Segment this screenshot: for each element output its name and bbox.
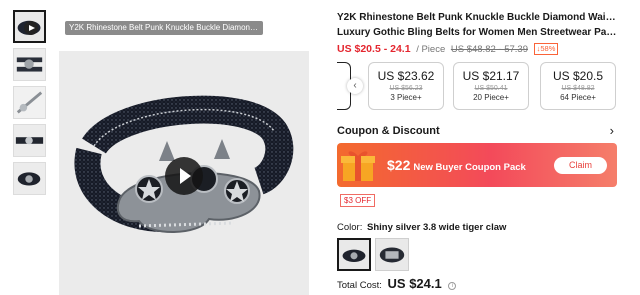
discount-tag[interactable]: $3 OFF	[340, 194, 376, 207]
variant-swatch[interactable]	[337, 238, 371, 271]
coupon-heading: Coupon & Discount	[337, 125, 440, 137]
chevron-left-icon[interactable]: ‹	[347, 78, 363, 94]
variant-value: Shiny silver 3.8 wide tiger claw	[366, 222, 507, 233]
tier-original-price: US $50.41	[474, 85, 508, 92]
thumbnail-list	[13, 10, 47, 200]
claim-button[interactable]: Claim	[554, 157, 607, 174]
thumbnail-image[interactable]	[13, 86, 46, 119]
price-unit: / Piece	[416, 44, 446, 55]
tier-original-price: US $48.82	[561, 85, 595, 92]
coupon-section-header[interactable]: Coupon & Discount ›	[337, 123, 617, 138]
tier-quantity: 3 Piece+	[390, 93, 422, 102]
coupon-label: New Buyer Coupon Pack	[413, 162, 526, 173]
tier-card[interactable]: US $20.5 US $48.82 64 Piece+	[540, 62, 616, 110]
product-title-line1: Y2K Rhinestone Belt Punk Knuckle Buckle …	[337, 12, 617, 23]
play-video-button[interactable]	[165, 157, 203, 195]
total-cost-label: Total Cost:	[337, 280, 382, 291]
product-title: Y2K Rhinestone Belt Punk Knuckle Buckle …	[337, 10, 617, 40]
tier-quantity: 20 Piece+	[473, 93, 509, 102]
coupon-text: $22 New Buyer Coupon Pack	[387, 157, 526, 175]
coupon-banner[interactable]: $22 New Buyer Coupon Pack Claim	[337, 143, 617, 187]
coupon-amount: $22	[387, 157, 411, 173]
tier-quantity: 64 Piece+	[560, 93, 596, 102]
info-icon[interactable]: i	[448, 282, 457, 290]
thumbnail-image[interactable]	[13, 162, 46, 195]
total-cost-value: US $24.1	[387, 276, 442, 291]
price-range: US $20.5 - 24.1	[337, 43, 411, 55]
thumbnail-video[interactable]	[13, 10, 46, 43]
main-product-image[interactable]	[59, 51, 309, 295]
tier-price: US $21.17	[462, 69, 520, 83]
total-cost-row: Total Cost: US $24.1 i	[337, 276, 457, 291]
tier-card[interactable]: US $21.17 US $50.41 20 Piece+	[453, 62, 529, 110]
thumbnail-image[interactable]	[13, 48, 46, 81]
tier-card[interactable]: US $23.62 US $56.23 3 Piece+	[368, 62, 444, 110]
gallery-overlay-title: Y2K Rhinestone Belt Punk Knuckle Buckle …	[65, 21, 263, 35]
original-price-value: US $48.82 - 57.39	[450, 44, 528, 55]
discount-badge-value: 58%	[540, 44, 556, 53]
variant-label-row: Color: Shiny silver 3.8 wide tiger claw	[337, 222, 506, 233]
original-price: US $48.82 - 57.39	[451, 44, 528, 55]
product-title-line2: Luxury Gothic Bling Belts for Women Men …	[337, 27, 617, 38]
play-icon	[24, 21, 38, 35]
gift-box-icon	[341, 151, 375, 181]
thumbnail-image[interactable]	[13, 124, 46, 157]
variant-label: Color:	[337, 222, 363, 233]
tier-price-carousel: ‹ US $23.62 US $56.23 3 Piece+ US $21.17…	[337, 61, 632, 111]
tier-price: US $23.62	[377, 69, 435, 83]
chevron-right-icon[interactable]: ›	[610, 123, 614, 138]
variant-swatch[interactable]	[375, 238, 409, 271]
tier-original-price: US $56.23	[389, 85, 423, 92]
tier-price: US $20.5	[552, 69, 604, 83]
price-row: US $20.5 - 24.1 / Piece US $48.82 - 57.3…	[337, 43, 559, 55]
discount-badge: ↓58%	[533, 43, 559, 55]
